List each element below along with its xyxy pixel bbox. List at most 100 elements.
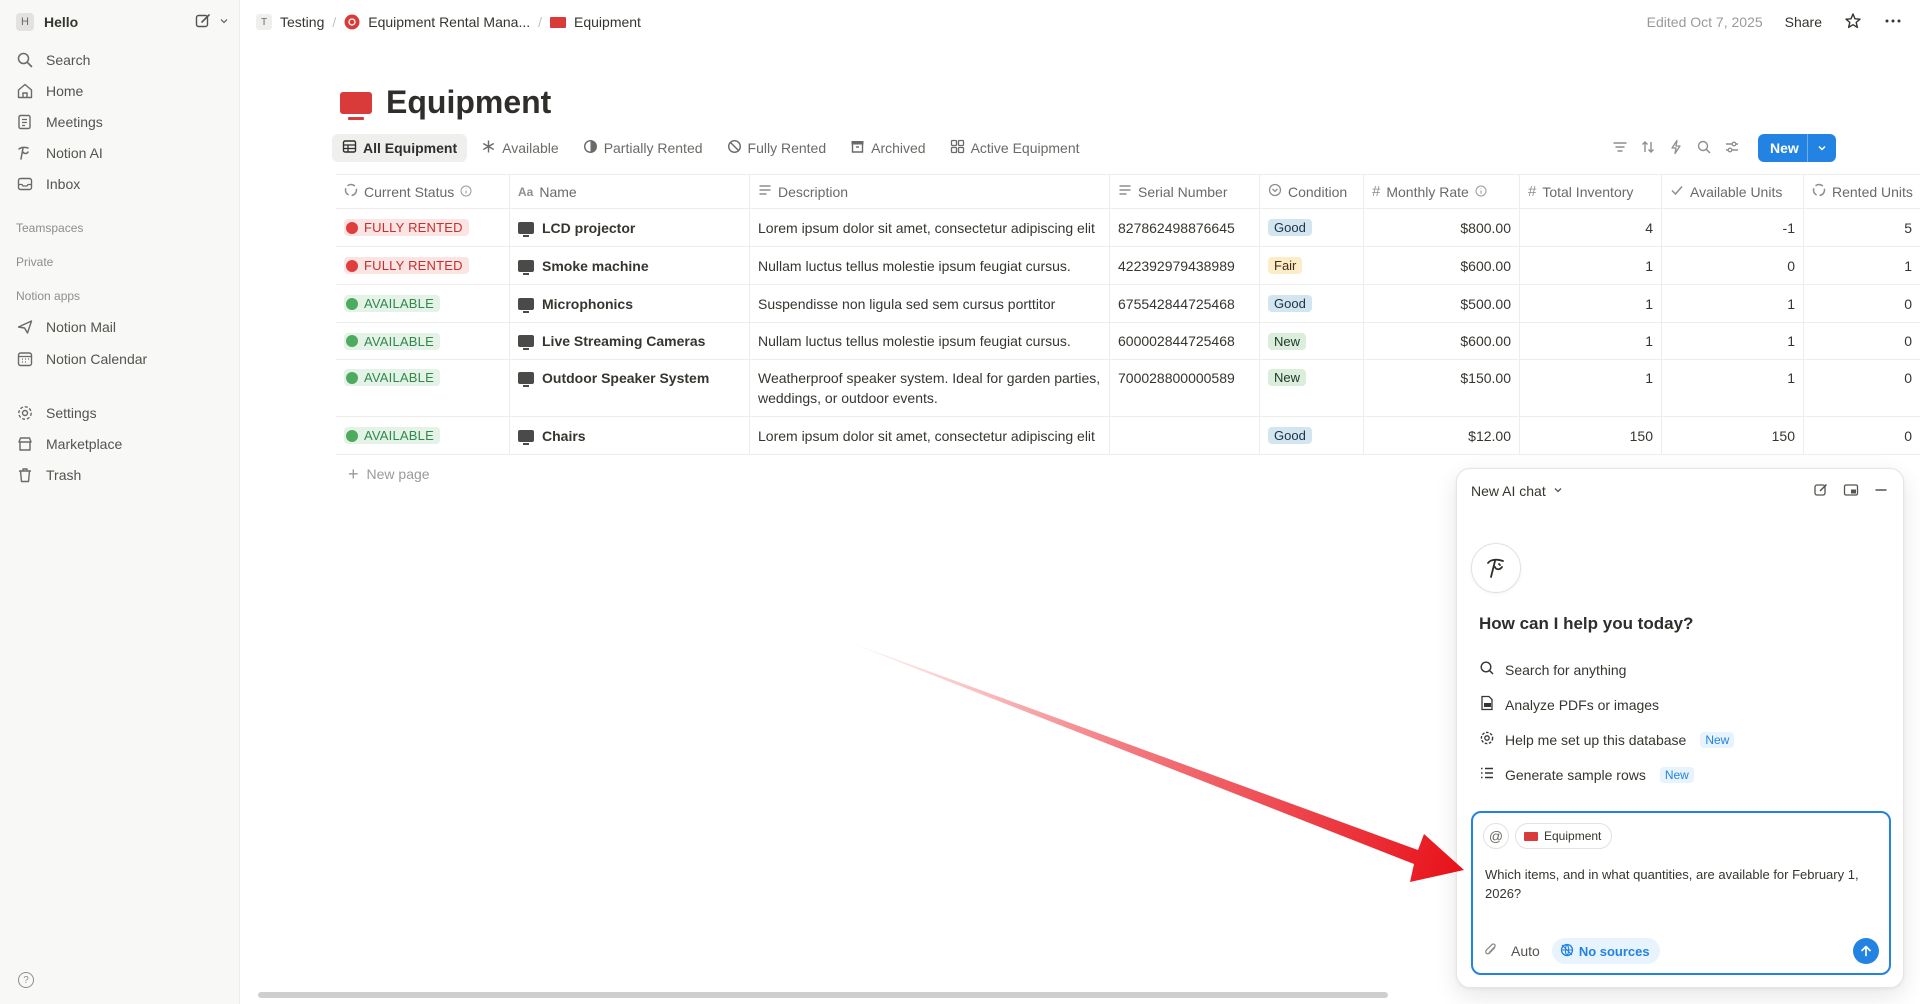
sidebar-item-marketplace[interactable]: Marketplace <box>16 431 230 457</box>
table-row[interactable]: FULLY RENTED LCD projector Lorem ipsum d… <box>336 209 1920 247</box>
suggestion-analyze-pdfs[interactable]: Analyze PDFs or images <box>1479 695 1659 714</box>
tab-partially-rented[interactable]: Partially Rented <box>573 134 713 162</box>
table-row[interactable]: AVAILABLE Outdoor Speaker System Weather… <box>336 360 1920 417</box>
row-rented[interactable]: 1 <box>1804 247 1920 284</box>
mention-button[interactable]: @ <box>1483 823 1509 849</box>
header-condition[interactable]: Condition <box>1260 175 1364 208</box>
section-private[interactable]: Private <box>16 255 53 269</box>
table-row[interactable]: AVAILABLE Live Streaming Cameras Nullam … <box>336 323 1920 360</box>
header-name[interactable]: Aa Name <box>510 175 750 208</box>
row-rented[interactable]: 5 <box>1804 209 1920 246</box>
row-inventory[interactable]: 1 <box>1520 323 1662 359</box>
help-icon[interactable]: ? <box>18 972 34 988</box>
page-title[interactable]: Equipment <box>386 84 551 121</box>
share-button[interactable]: Share <box>1785 14 1822 30</box>
row-available[interactable]: -1 <box>1662 209 1804 246</box>
row-inventory[interactable]: 1 <box>1520 285 1662 322</box>
star-icon[interactable] <box>1844 12 1862 33</box>
sidebar-item-trash[interactable]: Trash <box>16 462 230 488</box>
context-chip-equipment[interactable]: Equipment <box>1515 823 1613 849</box>
row-description[interactable]: Nullam luctus tellus molestie ipsum feug… <box>750 247 1110 284</box>
header-available-units[interactable]: Available Units <box>1662 175 1804 208</box>
row-available[interactable]: 1 <box>1662 285 1804 322</box>
tab-archived[interactable]: Archived <box>840 134 935 162</box>
section-notion-apps[interactable]: Notion apps <box>16 289 80 303</box>
section-teamspaces[interactable]: Teamspaces <box>16 221 83 235</box>
row-serial[interactable]: 700028800000589 <box>1110 360 1260 416</box>
tab-available[interactable]: Available <box>471 134 569 162</box>
suggestion-setup-database[interactable]: Help me set up this database New <box>1479 730 1735 749</box>
scrollbar-thumb[interactable] <box>258 992 1388 998</box>
new-page-icon[interactable] <box>194 12 212 33</box>
settings-sliders-icon[interactable] <box>1724 139 1740 158</box>
row-rate[interactable]: $600.00 <box>1364 247 1520 284</box>
header-monthly-rate[interactable]: # Monthly Rate <box>1364 175 1520 208</box>
header-rented-units[interactable]: Rented Units <box>1804 175 1920 208</box>
row-inventory[interactable]: 1 <box>1520 360 1662 416</box>
row-inventory[interactable]: 150 <box>1520 417 1662 454</box>
status-badge[interactable]: AVAILABLE <box>344 295 440 312</box>
tab-all-equipment[interactable]: All Equipment <box>332 134 468 162</box>
lightning-icon[interactable] <box>1668 139 1684 158</box>
row-rate[interactable]: $150.00 <box>1364 360 1520 416</box>
suggestion-search[interactable]: Search for anything <box>1479 660 1626 679</box>
status-badge[interactable]: FULLY RENTED <box>344 219 469 236</box>
row-description[interactable]: Nullam luctus tellus molestie ipsum feug… <box>750 323 1110 359</box>
table-row[interactable]: AVAILABLE Microphonics Suspendisse non l… <box>336 285 1920 323</box>
row-name[interactable]: Smoke machine <box>542 258 649 274</box>
row-name[interactable]: Live Streaming Cameras <box>542 333 705 349</box>
ai-composer[interactable]: @ Equipment Which items, and in what qua… <box>1471 811 1891 975</box>
sidebar-item-settings[interactable]: Settings <box>16 400 230 426</box>
send-button[interactable] <box>1853 938 1879 964</box>
breadcrumb-rental-manager[interactable]: Equipment Rental Mana... <box>368 14 530 30</box>
row-serial[interactable]: 675542844725468 <box>1110 285 1260 322</box>
table-row[interactable]: FULLY RENTED Smoke machine Nullam luctus… <box>336 247 1920 285</box>
mode-selector[interactable]: Auto <box>1511 943 1540 959</box>
workspace-switcher[interactable]: H Hello <box>16 12 230 32</box>
sidebar-item-home[interactable]: Home <box>16 78 230 104</box>
status-badge[interactable]: AVAILABLE <box>344 332 440 350</box>
row-serial[interactable]: 600002844725468 <box>1110 323 1260 359</box>
row-description[interactable]: Suspendisse non ligula sed sem cursus po… <box>750 285 1110 322</box>
sidebar-item-notion-mail[interactable]: Notion Mail <box>16 314 230 340</box>
row-rented[interactable]: 0 <box>1804 360 1920 416</box>
row-rented[interactable]: 0 <box>1804 417 1920 454</box>
row-rented[interactable]: 0 <box>1804 285 1920 322</box>
row-name[interactable]: Chairs <box>542 428 586 444</box>
monitor-icon[interactable] <box>340 91 372 120</box>
prompt-input[interactable]: Which items, and in what quantities, are… <box>1485 865 1881 903</box>
search-icon[interactable] <box>1696 139 1712 158</box>
sidebar-item-meetings[interactable]: Meetings <box>16 109 230 135</box>
new-page-button[interactable]: + New page <box>348 465 430 483</box>
more-icon[interactable] <box>1884 12 1902 33</box>
ai-chat-title-dropdown[interactable]: New AI chat <box>1471 479 1564 503</box>
row-rented[interactable]: 0 <box>1804 323 1920 359</box>
row-inventory[interactable]: 1 <box>1520 247 1662 284</box>
row-available[interactable]: 0 <box>1662 247 1804 284</box>
breadcrumb-testing[interactable]: Testing <box>280 14 324 30</box>
sidebar-item-notion-ai[interactable]: Notion AI <box>16 140 230 166</box>
row-name[interactable]: Microphonics <box>542 296 633 312</box>
header-total-inventory[interactable]: # Total Inventory <box>1520 175 1662 208</box>
breadcrumb-equipment[interactable]: Equipment <box>574 14 641 30</box>
tab-fully-rented[interactable]: Fully Rented <box>717 134 837 162</box>
row-serial[interactable]: 827862498876645 <box>1110 209 1260 246</box>
sidebar-item-search[interactable]: Search <box>16 47 230 73</box>
row-inventory[interactable]: 4 <box>1520 209 1662 246</box>
picture-in-picture-icon[interactable] <box>1843 482 1859 501</box>
row-name[interactable]: Outdoor Speaker System <box>542 370 709 386</box>
chevron-down-icon[interactable] <box>1806 134 1836 162</box>
sidebar-item-inbox[interactable]: Inbox <box>16 171 230 197</box>
header-description[interactable]: Description <box>750 175 1110 208</box>
new-button[interactable]: New <box>1758 134 1836 162</box>
row-serial[interactable]: 422392979438989 <box>1110 247 1260 284</box>
tab-active-equipment[interactable]: Active Equipment <box>940 134 1090 162</box>
row-description[interactable]: Lorem ipsum dolor sit amet, consectetur … <box>750 417 1110 454</box>
row-rate[interactable]: $500.00 <box>1364 285 1520 322</box>
minimize-icon[interactable] <box>1873 482 1889 501</box>
row-available[interactable]: 150 <box>1662 417 1804 454</box>
row-description[interactable]: Lorem ipsum dolor sit amet, consectetur … <box>750 209 1110 246</box>
attach-icon[interactable] <box>1483 942 1499 961</box>
suggestion-generate-rows[interactable]: Generate sample rows New <box>1479 765 1694 784</box>
sources-button[interactable]: No sources <box>1551 938 1660 964</box>
